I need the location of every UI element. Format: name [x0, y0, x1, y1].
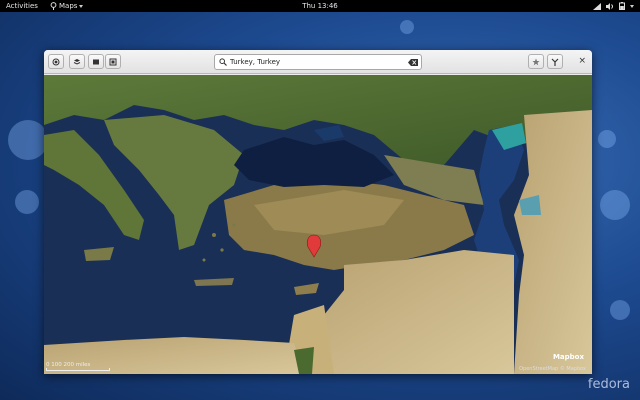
search-input[interactable]: Turkey, Turkey	[230, 58, 408, 66]
bokeh-dot	[600, 190, 630, 220]
current-location-button[interactable]	[48, 54, 64, 69]
mapbox-logo: Mapbox	[552, 353, 584, 361]
bokeh-dot	[598, 130, 616, 148]
fedora-branding: fedora	[587, 377, 630, 392]
volume-icon	[606, 2, 613, 10]
network-icon	[593, 2, 601, 10]
close-button[interactable]: ×	[578, 55, 586, 68]
bokeh-dot	[400, 20, 414, 34]
map-attribution[interactable]: OpenStreetMap © Mapbox	[519, 366, 586, 372]
clear-icon[interactable]	[408, 58, 418, 66]
chevron-down-icon	[630, 4, 634, 8]
clock[interactable]: Thu 13:46	[0, 0, 640, 12]
route-button[interactable]	[547, 54, 563, 69]
map-view[interactable]: 0 100 200 miles Mapbox OpenStreetMap © M…	[44, 75, 592, 374]
layers-icon	[73, 58, 81, 65]
layers-button[interactable]	[69, 54, 85, 69]
favorites-button[interactable]	[528, 54, 544, 69]
map-view-icon	[93, 59, 99, 64]
location-icon	[52, 58, 60, 65]
bokeh-dot	[8, 120, 48, 160]
search-field[interactable]: Turkey, Turkey	[214, 54, 422, 70]
header-bar: Turkey, Turkey ×	[44, 50, 592, 74]
top-bar: Activities Maps Thu 13:46	[0, 0, 640, 12]
maps-window: Turkey, Turkey × 0 100 200 miles Mapbox …	[44, 50, 592, 374]
star-icon	[532, 58, 540, 65]
satellite-view-icon	[109, 58, 117, 65]
battery-icon	[619, 2, 625, 10]
satellite-map[interactable]	[44, 75, 592, 374]
bokeh-dot	[610, 300, 630, 320]
bokeh-dot	[15, 190, 39, 214]
system-menu[interactable]	[593, 0, 634, 12]
scale-bar	[46, 368, 110, 371]
route-icon	[551, 58, 559, 66]
search-icon	[219, 58, 227, 66]
street-view-button[interactable]	[88, 54, 104, 69]
scale-label: 0 100 200 miles	[46, 362, 91, 368]
satellite-view-button[interactable]	[105, 54, 121, 69]
